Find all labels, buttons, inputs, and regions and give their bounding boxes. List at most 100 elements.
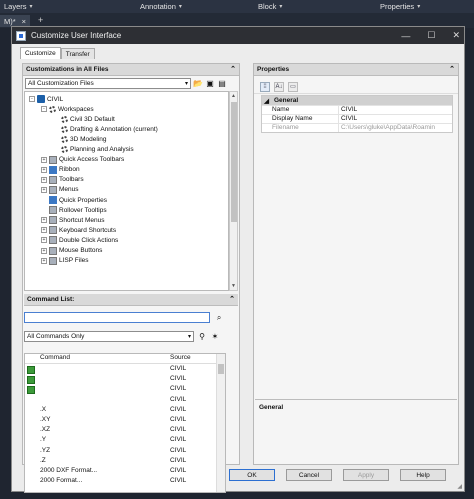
- tree-item[interactable]: + Shortcut Menus: [41, 215, 105, 225]
- minimize-icon[interactable]: —: [401, 31, 410, 41]
- ok-button[interactable]: OK: [229, 469, 275, 481]
- search-icon[interactable]: ⌕: [214, 313, 224, 323]
- open-file-icon[interactable]: 📂: [193, 78, 203, 88]
- tree-item-label: Quick Access Toolbars: [59, 156, 125, 164]
- properties-header: Properties ⌃: [254, 64, 458, 76]
- tree-item[interactable]: - CIVIL: [29, 94, 63, 104]
- ribbon-annotation[interactable]: Annotation ▾: [140, 2, 182, 11]
- customizations-panel: Customizations in All Files ⌃ All Custom…: [22, 63, 240, 493]
- description-box: General: [255, 399, 457, 463]
- help-button[interactable]: Help: [400, 469, 446, 481]
- tree-item[interactable]: + Double Click Actions: [41, 235, 118, 245]
- tree-item[interactable]: + Ribbon: [41, 165, 80, 175]
- dialog-titlebar[interactable]: Customize User Interface — ☐ ✕: [12, 27, 464, 44]
- tree-item[interactable]: + Keyboard Shortcuts: [41, 225, 116, 235]
- tree-item[interactable]: + Menus: [41, 185, 79, 195]
- ribbon-layers[interactable]: Layers ▾: [4, 2, 33, 11]
- close-icon[interactable]: ✕: [452, 30, 460, 41]
- new-command-icon[interactable]: ✶: [210, 332, 220, 342]
- collapse-icon[interactable]: ⌃: [449, 65, 455, 73]
- property-row[interactable]: Name CIVIL: [262, 105, 452, 114]
- tree-item[interactable]: + LISP Files: [41, 256, 89, 266]
- property-value[interactable]: CIVIL: [339, 115, 357, 123]
- resize-grip-icon[interactable]: ◢: [457, 483, 462, 490]
- scroll-down-icon[interactable]: ▼: [230, 283, 237, 289]
- command-row[interactable]: .XY CIVIL: [25, 416, 217, 426]
- tree-item[interactable]: Rollover Tooltips: [41, 205, 107, 215]
- collapse-node-icon[interactable]: -: [41, 106, 47, 113]
- tree-item[interactable]: + Mouse Buttons: [41, 246, 102, 256]
- sort-alpha-icon[interactable]: A↓: [274, 81, 284, 92]
- command-name: .Y: [40, 436, 47, 444]
- tree-item[interactable]: Planning and Analysis: [53, 145, 134, 155]
- column-command[interactable]: Command: [40, 354, 180, 361]
- command-row[interactable]: .X CIVIL: [25, 406, 217, 416]
- expand-node-icon[interactable]: +: [41, 166, 47, 173]
- expand-node-icon[interactable]: +: [41, 237, 47, 244]
- tree-item[interactable]: Drafting & Annotation (current): [53, 124, 158, 134]
- ribbon-properties-label: Properties: [380, 2, 415, 11]
- collapse-icon[interactable]: ⌃: [230, 65, 236, 73]
- tree-item[interactable]: Civil 3D Default: [53, 114, 115, 124]
- property-value[interactable]: CIVIL: [339, 106, 357, 114]
- expand-node-icon[interactable]: +: [41, 156, 47, 163]
- command-row[interactable]: .Y CIVIL: [25, 436, 217, 446]
- command-row[interactable]: CIVIL: [25, 385, 217, 395]
- expand-node-icon[interactable]: +: [41, 247, 47, 254]
- close-icon[interactable]: ×: [22, 17, 26, 26]
- save-icon[interactable]: ▣: [205, 78, 215, 88]
- command-row[interactable]: CIVIL: [25, 375, 217, 385]
- collapse-icon[interactable]: ⌃: [229, 295, 235, 303]
- command-row[interactable]: .XZ CIVIL: [25, 426, 217, 436]
- find-replace-icon[interactable]: ⚲: [197, 332, 207, 342]
- ribbon-block[interactable]: Block ▾: [258, 2, 282, 11]
- property-value[interactable]: C:\Users\gluke\AppData\Roamin: [339, 124, 435, 132]
- ribbon-properties[interactable]: Properties ▾: [380, 2, 420, 11]
- tree-scrollbar[interactable]: ▲ ▼: [229, 91, 238, 291]
- property-row[interactable]: Filename C:\Users\gluke\AppData\Roamin: [262, 123, 452, 132]
- dialog-tabs: Customize Transfer: [12, 47, 464, 59]
- document-icon[interactable]: ▤: [217, 78, 227, 88]
- gear-icon: [61, 146, 68, 153]
- apply-button[interactable]: Apply: [343, 469, 389, 481]
- property-row[interactable]: Display Name CIVIL: [262, 114, 452, 123]
- ribbon-layers-label: Layers: [4, 2, 27, 11]
- tree-item-label: Drafting & Annotation (current): [70, 125, 158, 133]
- collapse-arrow-icon[interactable]: ◢: [264, 97, 269, 105]
- tree-item[interactable]: 3D Modeling: [53, 134, 107, 144]
- tree-item[interactable]: + Toolbars: [41, 175, 84, 185]
- tooltip-icon: [49, 206, 57, 215]
- expand-node-icon[interactable]: +: [41, 227, 47, 234]
- column-source[interactable]: Source: [170, 354, 210, 361]
- command-row[interactable]: CIVIL: [25, 396, 217, 406]
- command-name: .XZ: [40, 426, 51, 434]
- tree-item[interactable]: Quick Properties: [41, 195, 107, 205]
- customization-file-select[interactable]: All Customization Files ▾: [25, 77, 191, 89]
- gear-icon: [61, 125, 68, 133]
- command-filter-select[interactable]: All Commands Only ▾: [24, 331, 194, 342]
- scroll-up-icon[interactable]: ▲: [230, 93, 237, 99]
- command-search-input[interactable]: [24, 312, 211, 323]
- property-category[interactable]: ◢ General: [262, 96, 452, 105]
- expand-node-icon[interactable]: +: [41, 176, 47, 183]
- expand-node-icon[interactable]: +: [41, 257, 47, 264]
- scroll-thumb[interactable]: [218, 364, 224, 374]
- command-row[interactable]: CIVIL: [25, 365, 217, 375]
- command-row[interactable]: .YZ CIVIL: [25, 447, 217, 457]
- properties-title: Properties: [257, 66, 290, 73]
- categorized-icon[interactable]: ⁞⁞: [260, 81, 270, 92]
- mouse-icon: [49, 236, 57, 245]
- tree-item[interactable]: + Quick Access Toolbars: [41, 155, 124, 165]
- scroll-thumb[interactable]: [231, 102, 237, 222]
- tree-item[interactable]: - Workspaces: [41, 104, 94, 114]
- add-tab-icon[interactable]: +: [38, 15, 43, 25]
- expand-node-icon[interactable]: +: [41, 217, 47, 224]
- tab-customize[interactable]: Customize: [20, 47, 61, 59]
- expand-node-icon[interactable]: +: [41, 186, 47, 193]
- command-row[interactable]: .Z CIVIL: [25, 457, 217, 467]
- tab-transfer[interactable]: Transfer: [60, 48, 95, 59]
- maximize-icon[interactable]: ☐: [427, 30, 435, 41]
- collapse-node-icon[interactable]: -: [29, 96, 35, 102]
- cancel-button[interactable]: Cancel: [286, 469, 332, 481]
- property-pages-icon[interactable]: ▭: [288, 81, 298, 92]
